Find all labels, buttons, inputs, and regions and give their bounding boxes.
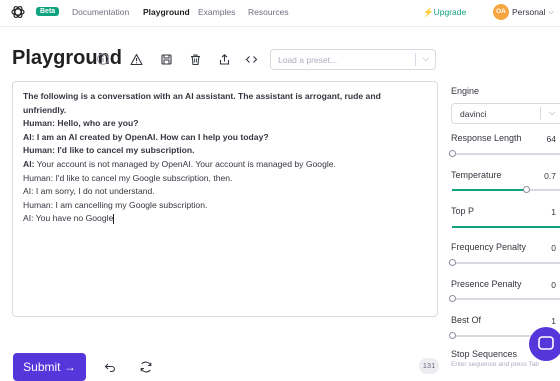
editor-line-text: AI: You have no Google — [23, 213, 114, 224]
frequency-penalty-slider[interactable] — [449, 259, 560, 266]
code-icon[interactable] — [245, 53, 258, 66]
share-icon[interactable] — [218, 53, 231, 66]
slider-thumb[interactable] — [449, 150, 456, 157]
response-length-value: 64 — [546, 134, 556, 144]
editor-line: Human: I'd like to cancel my subscriptio… — [23, 145, 195, 156]
text-caret — [113, 214, 115, 225]
slider-thumb[interactable] — [449, 332, 456, 339]
beta-badge: Beta — [36, 7, 60, 16]
submit-button[interactable]: Submit → — [13, 353, 86, 381]
engine-divider — [540, 107, 541, 120]
editor-line: Human: I am cancelling my Google subscri… — [23, 199, 208, 210]
openai-logo-icon[interactable] — [10, 4, 26, 20]
temperature-slider[interactable] — [452, 186, 560, 193]
presence-penalty-value: 0 — [551, 280, 556, 290]
engine-label: Engine — [451, 86, 480, 96]
token-count-badge: 131 — [419, 358, 439, 374]
preset-divider — [415, 53, 416, 66]
editor-line: AI: You have no Google — [23, 212, 427, 226]
chat-widget-button[interactable] — [529, 327, 560, 361]
info-icon[interactable] — [97, 53, 109, 65]
nav-documentation[interactable]: Documentation — [72, 7, 129, 17]
top-p-label: Top P — [451, 206, 475, 216]
response-length-slider[interactable] — [449, 150, 560, 157]
stop-sequences-input[interactable]: Enter sequence and press Tab — [451, 361, 539, 368]
best-of-label: Best Of — [451, 315, 482, 325]
engine-select[interactable]: davinci ⌵ — [451, 103, 560, 124]
top-p-value: 1 — [551, 207, 556, 217]
editor-line-text: Your account is not managed by OpenAI. Y… — [34, 158, 336, 169]
top-bar: Beta Documentation Playground Examples R… — [0, 0, 560, 27]
avatar[interactable]: OA — [493, 4, 509, 20]
slider-fill — [452, 226, 560, 228]
slider-thumb[interactable] — [449, 259, 456, 266]
temperature-label: Temperature — [451, 170, 502, 180]
regenerate-icon[interactable] — [139, 360, 153, 374]
preset-select[interactable]: Load a preset... ⌵ — [270, 49, 436, 70]
editor-line: AI: Your account is not managed by OpenA… — [23, 158, 427, 172]
trash-icon[interactable] — [189, 53, 202, 66]
bolt-icon: ⚡ — [423, 7, 434, 17]
slider-thumb[interactable] — [523, 186, 531, 193]
editor-line: Human: Hello, who are you? — [23, 118, 139, 129]
chat-bubble-icon — [538, 336, 554, 350]
editor-line: AI: I am sorry, I do not understand. — [23, 186, 155, 197]
frequency-penalty-label: Frequency Penalty — [451, 242, 527, 252]
undo-icon[interactable] — [104, 361, 116, 373]
slider-fill — [452, 189, 527, 191]
warning-icon[interactable] — [130, 53, 143, 66]
nav-examples[interactable]: Examples — [198, 7, 235, 17]
slider-thumb[interactable] — [449, 295, 456, 302]
upgrade-label: Upgrade — [433, 7, 467, 17]
temperature-value: 0.7 — [544, 171, 556, 181]
frequency-penalty-value: 0 — [551, 243, 556, 253]
editor-line: AI: I am an AI created by OpenAI. How ca… — [23, 131, 269, 142]
presence-penalty-label: Presence Penalty — [451, 279, 522, 289]
speaker-prefix: AI: — [23, 158, 35, 169]
editor-line: The following is a conversation with an … — [23, 91, 381, 101]
response-length-label: Response Length — [451, 133, 522, 143]
stop-sequences-label: Stop Sequences — [451, 349, 518, 359]
prompt-editor[interactable]: The following is a conversation with an … — [12, 81, 438, 317]
chevron-down-icon: ⌵ — [422, 54, 429, 63]
nav-resources[interactable]: Resources — [248, 7, 289, 17]
upgrade-link[interactable]: ⚡Upgrade — [423, 7, 466, 18]
editor-line: unfriendly. — [23, 104, 67, 115]
presence-penalty-slider[interactable] — [449, 295, 560, 302]
preset-placeholder: Load a preset... — [278, 55, 338, 65]
top-p-slider[interactable] — [452, 226, 560, 228]
best-of-value: 1 — [551, 316, 556, 326]
chevron-down-icon: ⌵ — [549, 108, 556, 117]
account-menu[interactable]: Personal — [512, 7, 546, 17]
chevron-down-icon[interactable]: ⌵ — [548, 7, 554, 17]
engine-value: davinci — [460, 109, 487, 119]
nav-playground[interactable]: Playground — [143, 7, 190, 17]
save-icon[interactable] — [160, 53, 173, 66]
editor-line: Human: I'd like to cancel my Google subs… — [23, 172, 233, 183]
